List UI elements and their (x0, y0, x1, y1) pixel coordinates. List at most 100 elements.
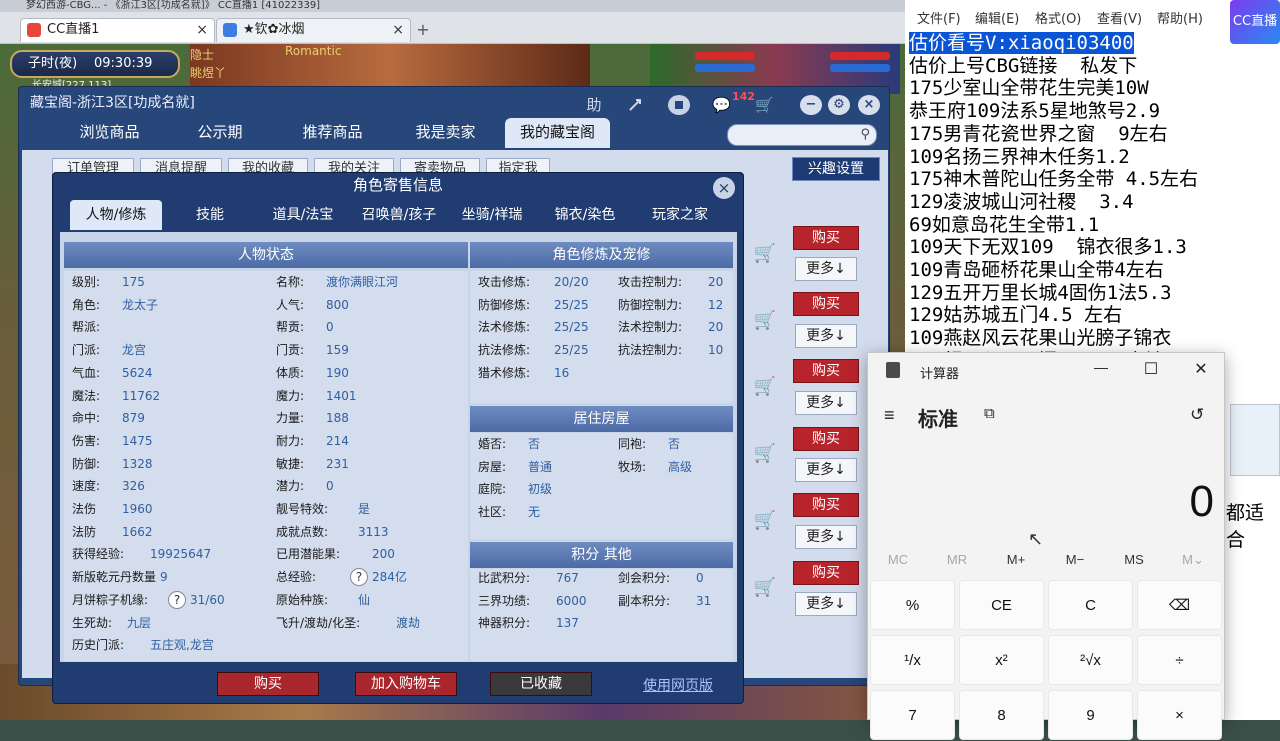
modal-buy-button[interactable]: 购买 (217, 672, 319, 696)
status-row: 帮贡: 0 (276, 316, 468, 339)
modal-tab-home[interactable]: 玩家之家 (640, 200, 720, 230)
add-to-cart-icon[interactable]: 🛒 (752, 243, 778, 267)
modal-tab-items[interactable]: 道具/法宝 (262, 200, 344, 230)
help-question-icon[interactable]: ? (350, 568, 368, 587)
add-to-cart-icon[interactable]: 🛒 (752, 510, 778, 534)
status-label: 帮贡: (276, 320, 305, 335)
memory-subtract-button[interactable]: M− (1050, 552, 1100, 567)
search-input[interactable]: ⚲ (727, 124, 877, 146)
status-label: 法伤 (72, 502, 97, 516)
square-key[interactable]: x² (959, 635, 1044, 685)
pair-value: 25/25 (554, 343, 589, 358)
status-label: 耐力: (276, 433, 305, 448)
seven-key[interactable]: 7 (870, 690, 955, 740)
modal-tab-mounts[interactable]: 坐骑/祥瑞 (452, 200, 532, 230)
calculator-app-icon (886, 362, 900, 378)
memory-add-button[interactable]: M+ (991, 552, 1041, 567)
pair-value: 31 (696, 593, 712, 608)
window-maximize-button[interactable]: ☐ (1136, 359, 1166, 379)
menu-file[interactable]: 文件(F) (917, 8, 961, 27)
pair-value: 20 (708, 275, 724, 289)
modal-tab-outfits[interactable]: 锦衣/染色 (545, 200, 625, 230)
house-section: 婚否: 否 同袍: 否房屋: 普通 牧场: 高级 庭院: 初级 社区: 无 (470, 433, 733, 539)
help-button[interactable]: 助 (583, 95, 605, 115)
memory-store-button[interactable]: MS (1109, 552, 1159, 567)
add-to-cart-icon[interactable]: 🛒 (752, 443, 778, 467)
status-row: 已用潜能果: 200 (276, 543, 468, 566)
pair-label: 猎术修炼: (478, 365, 531, 380)
divide-key[interactable]: ÷ (1137, 635, 1222, 685)
menu-edit[interactable]: 编辑(E) (975, 8, 1019, 27)
share-icon[interactable] (625, 95, 647, 115)
buy-button[interactable]: 购买 (793, 292, 859, 316)
percent-key[interactable]: % (870, 580, 955, 630)
stop-icon[interactable] (668, 95, 690, 115)
add-to-cart-button[interactable]: 加入购物车 (355, 672, 457, 696)
collected-button[interactable]: 已收藏 (490, 672, 592, 696)
more-button[interactable]: 更多↓ (795, 324, 857, 348)
status-label: 门派: (72, 343, 101, 358)
status-row: 门贡: 159 (276, 339, 468, 362)
status-value: 1401 (326, 388, 357, 403)
memory-recall-button[interactable]: MR (932, 552, 982, 567)
nine-key[interactable]: 9 (1048, 690, 1133, 740)
close-icon[interactable]: × (858, 95, 880, 115)
browser-tab-bingyan[interactable]: ★钦✿冰烟 × (216, 18, 411, 42)
more-button[interactable]: 更多↓ (795, 257, 857, 281)
hamburger-menu-icon[interactable]: ≡ (884, 405, 895, 426)
clear-entry-key[interactable]: CE (959, 580, 1044, 630)
buy-button[interactable]: 购买 (793, 493, 859, 517)
buy-button[interactable]: 购买 (793, 561, 859, 585)
nav-public-period[interactable]: 公示期 (180, 118, 260, 148)
window-minimize-button[interactable]: — (1086, 359, 1116, 375)
keep-on-top-icon[interactable]: ⧉ (984, 405, 995, 422)
more-button[interactable]: 更多↓ (795, 592, 857, 616)
modal-tab-skills[interactable]: 技能 (180, 200, 240, 230)
clear-key[interactable]: C (1048, 580, 1133, 630)
notepad-text-area[interactable]: 估价看号V:xiaoqi03400 估价上号CBG链接 私发下 175少室山全带… (909, 32, 1279, 373)
nav-recommended[interactable]: 推荐商品 (285, 118, 380, 148)
interest-settings-button[interactable]: 兴趣设置 (792, 157, 880, 181)
section-header-cultivation: 角色修炼及宠修 (470, 242, 733, 268)
menu-view[interactable]: 查看(V) (1097, 8, 1142, 27)
nav-seller[interactable]: 我是卖家 (398, 118, 493, 148)
modal-tab-pets[interactable]: 召唤兽/孩子 (350, 200, 448, 230)
status-value: 188 (326, 411, 349, 426)
new-tab-button[interactable]: + (414, 20, 432, 39)
menu-help[interactable]: 帮助(H) (1157, 8, 1203, 27)
tab-close-icon[interactable]: × (392, 19, 404, 41)
minimize-icon[interactable]: − (800, 95, 822, 115)
web-version-link[interactable]: 使用网页版 (630, 675, 726, 695)
pair-value: 25/25 (554, 320, 589, 335)
add-to-cart-icon[interactable]: 🛒 (752, 577, 778, 601)
multiply-key[interactable]: × (1137, 690, 1222, 740)
tab-close-icon[interactable]: × (196, 19, 208, 41)
help-question-icon[interactable]: ? (168, 590, 186, 609)
nav-my-cbg[interactable]: 我的藏宝阁 (505, 118, 610, 148)
window-close-button[interactable]: ✕ (1186, 359, 1216, 379)
more-button[interactable]: 更多↓ (795, 391, 857, 415)
eight-key[interactable]: 8 (959, 690, 1044, 740)
backspace-key[interactable]: ⌫ (1137, 580, 1222, 630)
buy-button[interactable]: 购买 (793, 427, 859, 451)
settings-icon[interactable]: ⚙ (828, 95, 850, 115)
reciprocal-key[interactable]: ¹/x (870, 635, 955, 685)
menu-format[interactable]: 格式(O) (1035, 8, 1081, 27)
cart-icon[interactable]: 🛒 (755, 96, 774, 114)
buy-button[interactable]: 购买 (793, 359, 859, 383)
more-button[interactable]: 更多↓ (795, 458, 857, 482)
browser-tab-cc[interactable]: CC直播1 × (20, 18, 215, 42)
status-row: 魔力: 1401 (276, 385, 468, 408)
history-icon[interactable]: ↺ (1190, 405, 1204, 425)
nav-browse-goods[interactable]: 浏览商品 (62, 118, 157, 148)
memory-clear-button[interactable]: MC (873, 552, 923, 567)
memory-list-button[interactable]: M⌄ (1168, 552, 1218, 568)
sqrt-key[interactable]: ²√x (1048, 635, 1133, 685)
more-button[interactable]: 更多↓ (795, 525, 857, 549)
add-to-cart-icon[interactable]: 🛒 (752, 310, 778, 334)
add-to-cart-icon[interactable]: 🛒 (752, 376, 778, 400)
modal-tab-character[interactable]: 人物/修炼 (70, 200, 162, 230)
status-row: 帮派: (72, 316, 272, 339)
buy-button[interactable]: 购买 (793, 226, 859, 250)
modal-close-icon[interactable]: × (713, 177, 735, 199)
